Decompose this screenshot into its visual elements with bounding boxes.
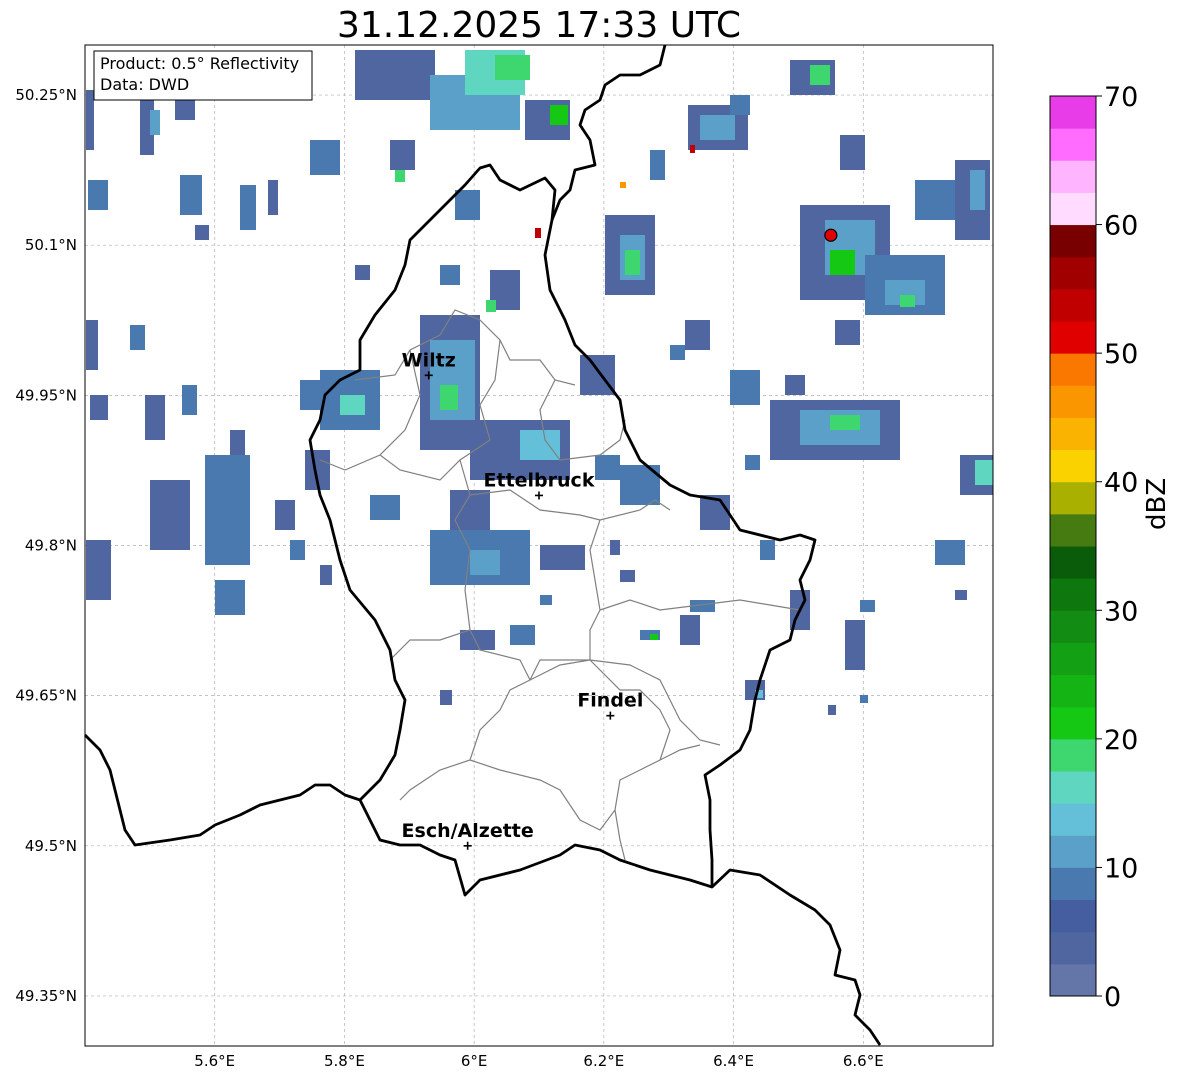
colorbar-bin-17 [1050,417,1096,451]
colorbar-bin-0 [1050,963,1096,997]
radar-site[interactable] [824,228,838,242]
lon-tick-label: 5.8°E [324,1052,365,1070]
colorbar-bin-9 [1050,674,1096,708]
lat-tick-label: 49.65°N [15,687,77,705]
colorbar-bin-14 [1050,513,1096,547]
colorbar-tick-label: 70 [1104,82,1138,113]
colorbar-bin-24 [1050,192,1096,226]
colorbar-tick-label: 60 [1104,211,1138,242]
lat-tick-label: 49.35°N [15,987,77,1005]
lat-tick-label: 50.1°N [25,236,77,254]
info-box-product: Product: 0.5° Reflectivity [100,54,299,73]
colorbar-bin-4 [1050,835,1096,868]
colorbar-bin-21 [1050,288,1096,322]
colorbar-tick-label: 50 [1104,339,1138,370]
lon-tick-label: 6.6°E [843,1052,884,1070]
lon-tick-label: 6.4°E [713,1052,754,1070]
radar-site-marker[interactable] [824,228,838,242]
colorbar-bin-10 [1050,642,1096,676]
map-area[interactable]: Wiltz Ettelbruck Findel Esch/Alzette Produc… [84,44,994,1047]
colorbar-bin-2 [1050,899,1096,933]
colorbar-tick-label: 20 [1104,725,1138,756]
info-box-source: Data: DWD [100,75,189,94]
colorbar-bin-20 [1050,321,1096,354]
colorbar-bin-23 [1050,224,1096,258]
colorbar-bin-19 [1050,353,1096,386]
colorbar-bin-18 [1050,385,1096,418]
colorbar-bin-11 [1050,610,1096,643]
lat-tick-label: 49.5°N [25,837,77,855]
city-label: Wiltz [402,349,456,371]
radar-map-figure: Wiltz Ettelbruck Findel Esch/Alzette Produc… [15,44,1138,1070]
colorbar-bin-27 [1050,96,1096,129]
colorbar-bin-5 [1050,803,1096,836]
lon-tick-label: 6.2°E [583,1052,624,1070]
lat-tick-label: 50.25°N [15,86,77,104]
colorbar-label: dBZ [1142,477,1172,530]
colorbar-bin-26 [1050,128,1096,161]
colorbar-tick-label: 0 [1104,982,1121,1013]
info-box: Product: 0.5° Reflectivity Data: DWD [93,50,313,101]
colorbar-bin-15 [1050,481,1096,515]
colorbar-bin-3 [1050,867,1096,901]
city-label: Esch/Alzette [402,820,534,842]
colorbar: 0 10 20 30 40 50 60 70 [1049,82,1138,1013]
colorbar-bin-16 [1050,449,1096,483]
city-label: Findel [577,690,643,712]
colorbar-tick-label: 30 [1104,596,1138,627]
colorbar-bin-7 [1050,738,1096,772]
lon-tick-label: 5.6°E [194,1052,235,1070]
lat-tick-label: 49.8°N [25,537,77,555]
colorbar-tick-label: 40 [1104,468,1138,499]
lon-tick-label: 6°E [461,1052,488,1070]
colorbar-bin-6 [1050,771,1096,804]
colorbar-bin-13 [1050,546,1096,579]
colorbar-tick-label: 10 [1104,853,1138,884]
colorbar-bin-8 [1050,706,1096,740]
colorbar-bin-22 [1050,256,1096,290]
lat-tick-label: 49.95°N [15,386,77,404]
colorbar-bin-1 [1050,931,1096,965]
colorbar-bin-25 [1050,160,1096,193]
city-label: Ettelbruck [484,469,595,491]
colorbar-bin-12 [1050,578,1096,611]
